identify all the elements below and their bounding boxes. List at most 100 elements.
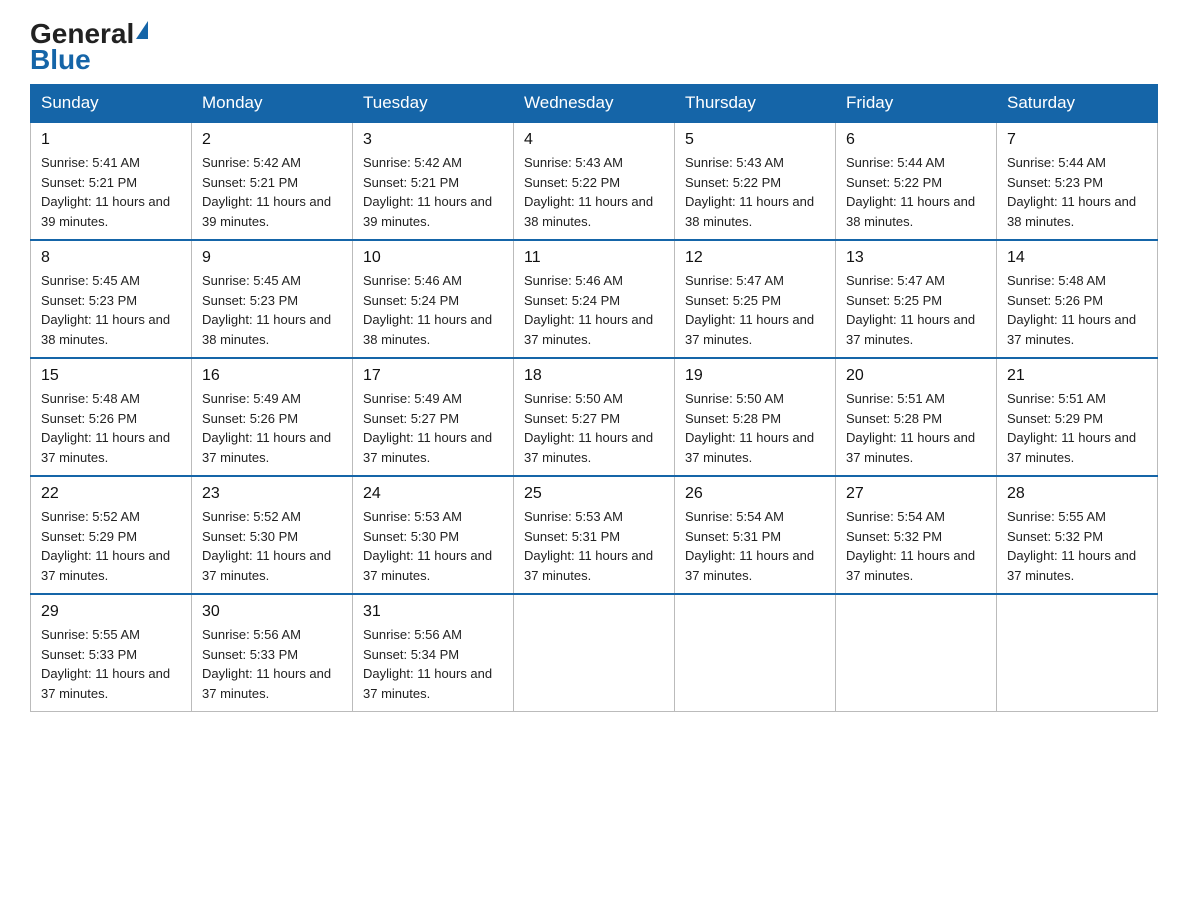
calendar-day-cell: 13 Sunrise: 5:47 AMSunset: 5:25 PMDaylig… [836, 240, 997, 358]
calendar-day-cell: 30 Sunrise: 5:56 AMSunset: 5:33 PMDaylig… [192, 594, 353, 712]
day-info: Sunrise: 5:45 AMSunset: 5:23 PMDaylight:… [41, 271, 181, 349]
day-number: 8 [41, 249, 181, 267]
day-number: 11 [524, 249, 664, 267]
calendar-day-cell: 3 Sunrise: 5:42 AMSunset: 5:21 PMDayligh… [353, 122, 514, 240]
day-info: Sunrise: 5:53 AMSunset: 5:30 PMDaylight:… [363, 507, 503, 585]
day-info: Sunrise: 5:52 AMSunset: 5:30 PMDaylight:… [202, 507, 342, 585]
calendar-day-cell: 15 Sunrise: 5:48 AMSunset: 5:26 PMDaylig… [31, 358, 192, 476]
calendar-day-cell: 31 Sunrise: 5:56 AMSunset: 5:34 PMDaylig… [353, 594, 514, 712]
calendar-day-cell: 25 Sunrise: 5:53 AMSunset: 5:31 PMDaylig… [514, 476, 675, 594]
day-number: 20 [846, 367, 986, 385]
day-info: Sunrise: 5:41 AMSunset: 5:21 PMDaylight:… [41, 153, 181, 231]
calendar-day-cell: 7 Sunrise: 5:44 AMSunset: 5:23 PMDayligh… [997, 122, 1158, 240]
day-info: Sunrise: 5:50 AMSunset: 5:28 PMDaylight:… [685, 389, 825, 467]
weekday-header-friday: Friday [836, 85, 997, 123]
calendar-week-row: 22 Sunrise: 5:52 AMSunset: 5:29 PMDaylig… [31, 476, 1158, 594]
day-number: 15 [41, 367, 181, 385]
day-number: 28 [1007, 485, 1147, 503]
day-number: 24 [363, 485, 503, 503]
calendar-day-cell: 6 Sunrise: 5:44 AMSunset: 5:22 PMDayligh… [836, 122, 997, 240]
day-info: Sunrise: 5:42 AMSunset: 5:21 PMDaylight:… [202, 153, 342, 231]
day-number: 6 [846, 131, 986, 149]
day-info: Sunrise: 5:56 AMSunset: 5:33 PMDaylight:… [202, 625, 342, 703]
calendar-week-row: 29 Sunrise: 5:55 AMSunset: 5:33 PMDaylig… [31, 594, 1158, 712]
day-info: Sunrise: 5:43 AMSunset: 5:22 PMDaylight:… [685, 153, 825, 231]
calendar-day-cell [836, 594, 997, 712]
day-number: 12 [685, 249, 825, 267]
day-info: Sunrise: 5:42 AMSunset: 5:21 PMDaylight:… [363, 153, 503, 231]
day-info: Sunrise: 5:54 AMSunset: 5:31 PMDaylight:… [685, 507, 825, 585]
calendar-day-cell: 17 Sunrise: 5:49 AMSunset: 5:27 PMDaylig… [353, 358, 514, 476]
day-info: Sunrise: 5:46 AMSunset: 5:24 PMDaylight:… [363, 271, 503, 349]
day-info: Sunrise: 5:55 AMSunset: 5:32 PMDaylight:… [1007, 507, 1147, 585]
day-number: 29 [41, 603, 181, 621]
day-number: 10 [363, 249, 503, 267]
weekday-header-wednesday: Wednesday [514, 85, 675, 123]
day-info: Sunrise: 5:50 AMSunset: 5:27 PMDaylight:… [524, 389, 664, 467]
weekday-header-sunday: Sunday [31, 85, 192, 123]
calendar-day-cell: 28 Sunrise: 5:55 AMSunset: 5:32 PMDaylig… [997, 476, 1158, 594]
weekday-header-thursday: Thursday [675, 85, 836, 123]
day-number: 18 [524, 367, 664, 385]
day-number: 23 [202, 485, 342, 503]
calendar-week-row: 1 Sunrise: 5:41 AMSunset: 5:21 PMDayligh… [31, 122, 1158, 240]
calendar-day-cell: 21 Sunrise: 5:51 AMSunset: 5:29 PMDaylig… [997, 358, 1158, 476]
day-number: 7 [1007, 131, 1147, 149]
calendar-day-cell: 22 Sunrise: 5:52 AMSunset: 5:29 PMDaylig… [31, 476, 192, 594]
calendar-day-cell: 12 Sunrise: 5:47 AMSunset: 5:25 PMDaylig… [675, 240, 836, 358]
day-number: 14 [1007, 249, 1147, 267]
day-number: 19 [685, 367, 825, 385]
calendar-day-cell: 29 Sunrise: 5:55 AMSunset: 5:33 PMDaylig… [31, 594, 192, 712]
day-number: 5 [685, 131, 825, 149]
logo: General Blue [30, 20, 148, 74]
calendar-week-row: 8 Sunrise: 5:45 AMSunset: 5:23 PMDayligh… [31, 240, 1158, 358]
calendar-day-cell: 26 Sunrise: 5:54 AMSunset: 5:31 PMDaylig… [675, 476, 836, 594]
calendar-day-cell: 18 Sunrise: 5:50 AMSunset: 5:27 PMDaylig… [514, 358, 675, 476]
day-info: Sunrise: 5:47 AMSunset: 5:25 PMDaylight:… [846, 271, 986, 349]
calendar-day-cell: 24 Sunrise: 5:53 AMSunset: 5:30 PMDaylig… [353, 476, 514, 594]
calendar-day-cell: 27 Sunrise: 5:54 AMSunset: 5:32 PMDaylig… [836, 476, 997, 594]
day-info: Sunrise: 5:51 AMSunset: 5:28 PMDaylight:… [846, 389, 986, 467]
day-info: Sunrise: 5:44 AMSunset: 5:22 PMDaylight:… [846, 153, 986, 231]
day-number: 31 [363, 603, 503, 621]
calendar-day-cell: 20 Sunrise: 5:51 AMSunset: 5:28 PMDaylig… [836, 358, 997, 476]
day-info: Sunrise: 5:56 AMSunset: 5:34 PMDaylight:… [363, 625, 503, 703]
day-info: Sunrise: 5:51 AMSunset: 5:29 PMDaylight:… [1007, 389, 1147, 467]
calendar-day-cell [675, 594, 836, 712]
day-number: 13 [846, 249, 986, 267]
day-info: Sunrise: 5:49 AMSunset: 5:27 PMDaylight:… [363, 389, 503, 467]
calendar-day-cell: 4 Sunrise: 5:43 AMSunset: 5:22 PMDayligh… [514, 122, 675, 240]
calendar-day-cell: 1 Sunrise: 5:41 AMSunset: 5:21 PMDayligh… [31, 122, 192, 240]
day-number: 25 [524, 485, 664, 503]
calendar-day-cell: 2 Sunrise: 5:42 AMSunset: 5:21 PMDayligh… [192, 122, 353, 240]
calendar-day-cell: 14 Sunrise: 5:48 AMSunset: 5:26 PMDaylig… [997, 240, 1158, 358]
day-number: 4 [524, 131, 664, 149]
weekday-header-monday: Monday [192, 85, 353, 123]
calendar-day-cell: 11 Sunrise: 5:46 AMSunset: 5:24 PMDaylig… [514, 240, 675, 358]
day-info: Sunrise: 5:54 AMSunset: 5:32 PMDaylight:… [846, 507, 986, 585]
day-number: 22 [41, 485, 181, 503]
day-info: Sunrise: 5:44 AMSunset: 5:23 PMDaylight:… [1007, 153, 1147, 231]
day-info: Sunrise: 5:53 AMSunset: 5:31 PMDaylight:… [524, 507, 664, 585]
day-info: Sunrise: 5:55 AMSunset: 5:33 PMDaylight:… [41, 625, 181, 703]
calendar-day-cell: 5 Sunrise: 5:43 AMSunset: 5:22 PMDayligh… [675, 122, 836, 240]
day-info: Sunrise: 5:46 AMSunset: 5:24 PMDaylight:… [524, 271, 664, 349]
day-info: Sunrise: 5:45 AMSunset: 5:23 PMDaylight:… [202, 271, 342, 349]
weekday-header-saturday: Saturday [997, 85, 1158, 123]
day-number: 17 [363, 367, 503, 385]
calendar-day-cell: 8 Sunrise: 5:45 AMSunset: 5:23 PMDayligh… [31, 240, 192, 358]
weekday-header-row: SundayMondayTuesdayWednesdayThursdayFrid… [31, 85, 1158, 123]
day-number: 9 [202, 249, 342, 267]
calendar-day-cell: 16 Sunrise: 5:49 AMSunset: 5:26 PMDaylig… [192, 358, 353, 476]
calendar-day-cell: 23 Sunrise: 5:52 AMSunset: 5:30 PMDaylig… [192, 476, 353, 594]
calendar-day-cell [514, 594, 675, 712]
day-number: 2 [202, 131, 342, 149]
calendar-table: SundayMondayTuesdayWednesdayThursdayFrid… [30, 84, 1158, 712]
day-info: Sunrise: 5:49 AMSunset: 5:26 PMDaylight:… [202, 389, 342, 467]
calendar-day-cell: 19 Sunrise: 5:50 AMSunset: 5:28 PMDaylig… [675, 358, 836, 476]
day-info: Sunrise: 5:52 AMSunset: 5:29 PMDaylight:… [41, 507, 181, 585]
day-number: 30 [202, 603, 342, 621]
calendar-day-cell: 10 Sunrise: 5:46 AMSunset: 5:24 PMDaylig… [353, 240, 514, 358]
day-number: 1 [41, 131, 181, 149]
weekday-header-tuesday: Tuesday [353, 85, 514, 123]
